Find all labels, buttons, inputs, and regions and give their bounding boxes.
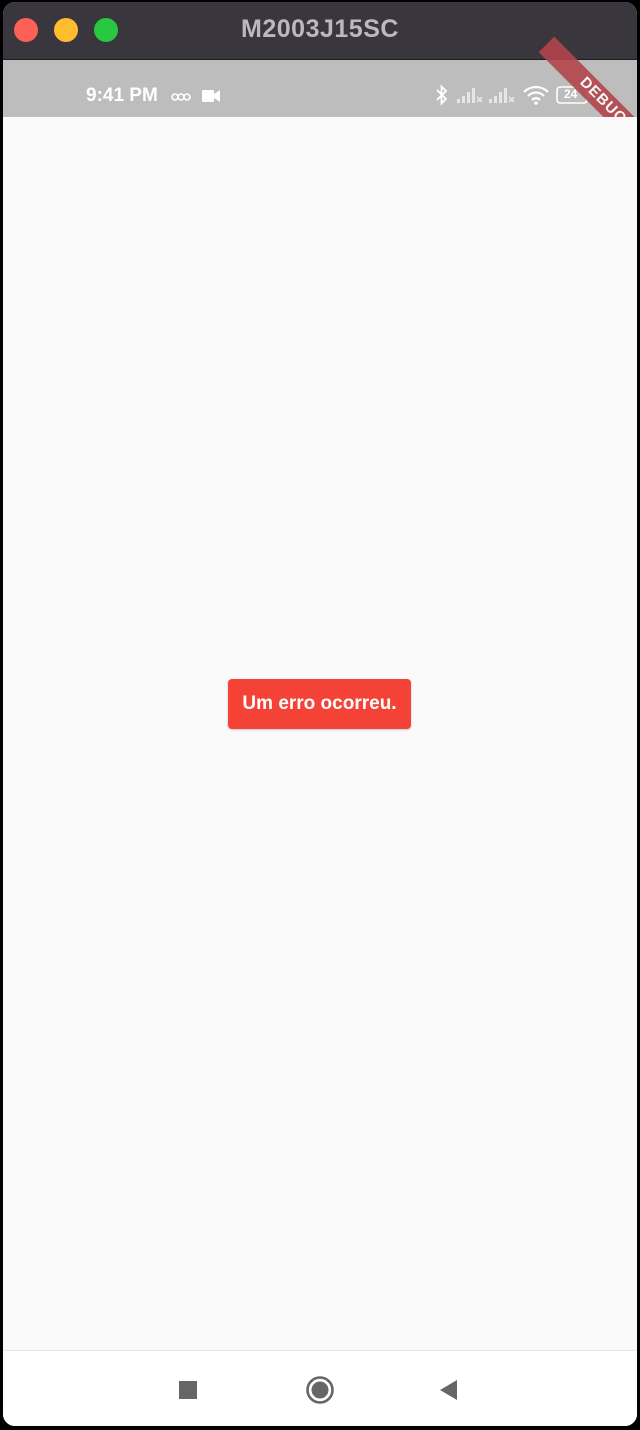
navigation-bar: [3, 1350, 637, 1426]
back-button[interactable]: [436, 1377, 462, 1403]
wifi-icon: [523, 85, 549, 110]
voicemail-icon: [171, 90, 191, 108]
error-message: Um erro ocorreu.: [228, 679, 411, 729]
status-bar: 9:41 PM 24 DEBUG: [3, 36, 637, 166]
circle-icon: [306, 1376, 334, 1404]
bluetooth-icon: [435, 84, 449, 111]
signal-icon-sim2: [489, 86, 515, 109]
window-title: M2003J15SC: [241, 15, 399, 43]
triangle-left-icon: [440, 1380, 457, 1400]
square-icon: [179, 1381, 197, 1399]
recents-button[interactable]: [175, 1377, 201, 1403]
status-time: 9:41 PM: [86, 85, 158, 106]
app-window: M2003J15SC 9:41 PM 24 DEBUG Um erro ocor…: [3, 2, 637, 1426]
home-button[interactable]: [305, 1375, 335, 1405]
main-content: Um erro ocorreu.: [3, 117, 637, 1350]
signal-icon-sim1: [457, 86, 483, 109]
video-camera-icon: [202, 89, 220, 108]
